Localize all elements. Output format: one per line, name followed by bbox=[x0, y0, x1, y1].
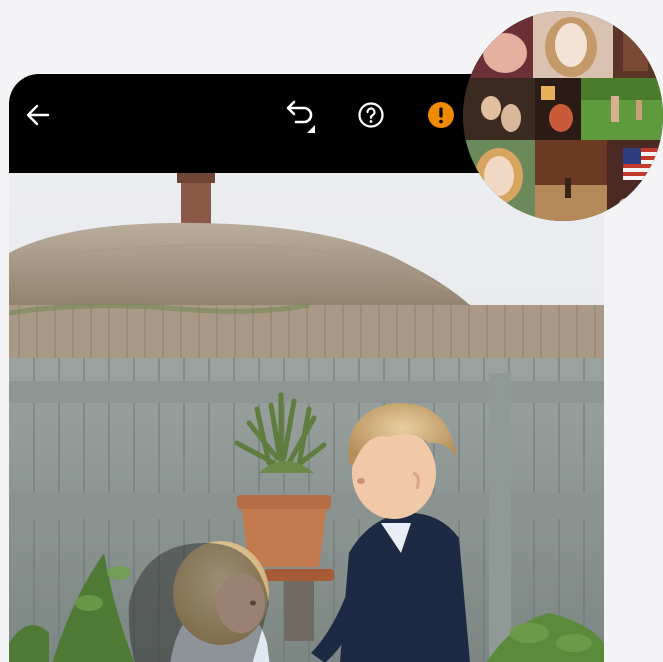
collage-tile bbox=[463, 140, 535, 221]
photo-collage-thumbnail[interactable] bbox=[463, 11, 663, 221]
collage-tile bbox=[613, 11, 663, 78]
baby-photo-1 bbox=[463, 11, 533, 78]
collage-tile bbox=[607, 140, 663, 221]
baby-in-basket-photo-2 bbox=[463, 140, 535, 221]
family-photo-2 bbox=[535, 78, 581, 140]
undo-icon bbox=[286, 100, 315, 133]
question-circle-icon bbox=[358, 102, 384, 128]
collage-tile bbox=[535, 140, 607, 221]
collage-tile bbox=[533, 11, 613, 78]
path-photo bbox=[535, 140, 607, 221]
back-button[interactable] bbox=[18, 95, 58, 135]
undo-button[interactable] bbox=[280, 95, 320, 135]
collage-tile bbox=[463, 78, 535, 140]
collage-tile bbox=[581, 78, 663, 140]
two-children-in-garden-photo bbox=[9, 173, 604, 662]
baby-in-basket-photo bbox=[533, 11, 613, 78]
family-photo-1 bbox=[613, 11, 663, 78]
help-button[interactable] bbox=[351, 95, 391, 135]
warning-button[interactable] bbox=[421, 95, 461, 135]
main-photo[interactable] bbox=[9, 173, 604, 662]
arrow-left-icon bbox=[26, 104, 50, 126]
app-viewport bbox=[0, 0, 663, 662]
field-photo bbox=[581, 78, 663, 140]
kitchen-photo bbox=[463, 78, 535, 140]
collage-tile bbox=[535, 78, 581, 140]
exclamation-circle-icon bbox=[428, 102, 454, 128]
flag-photo bbox=[607, 140, 663, 221]
collage-tile bbox=[463, 11, 533, 78]
